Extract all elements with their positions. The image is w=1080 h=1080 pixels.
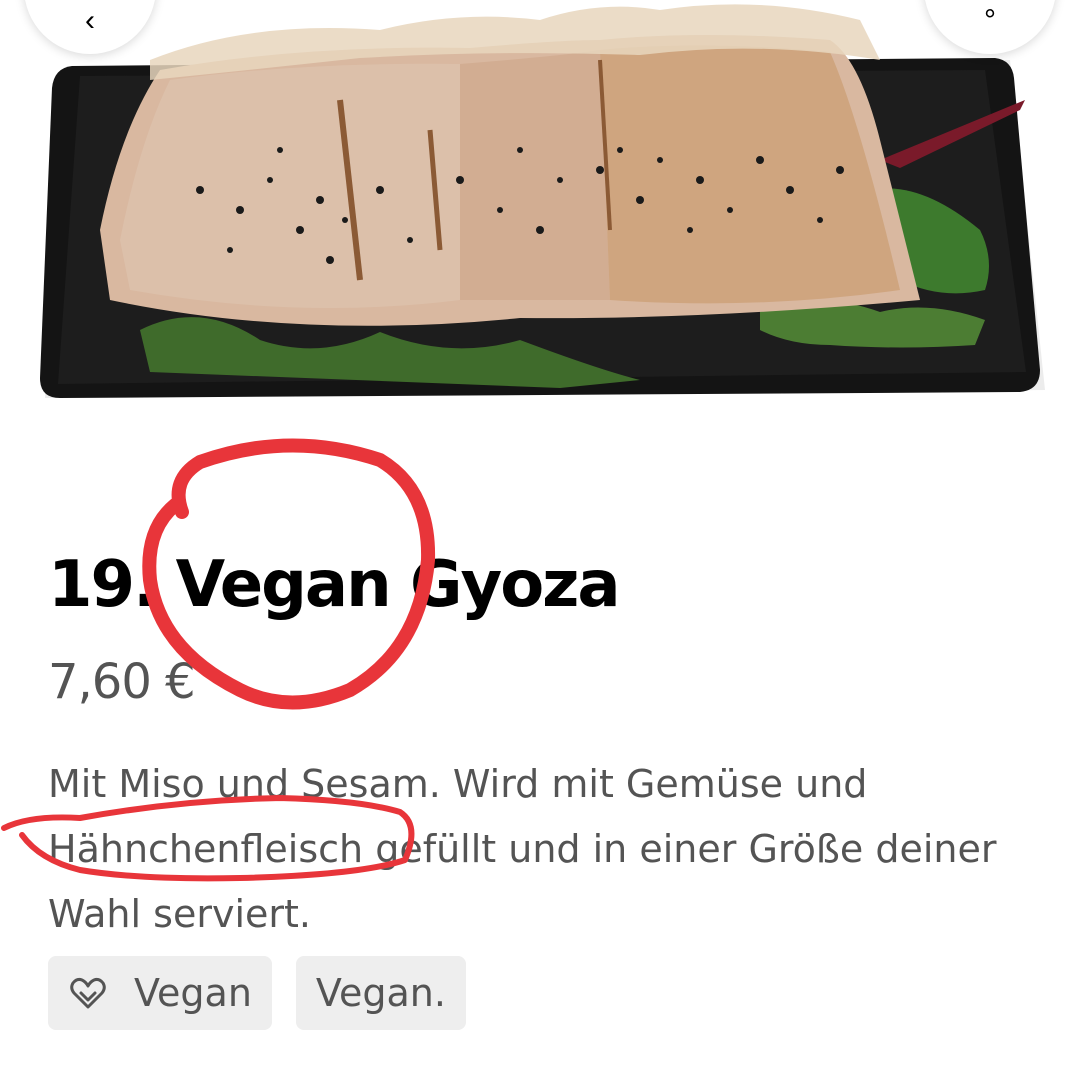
tag-vegan-with-icon: Vegan bbox=[48, 956, 272, 1030]
back-arrow-icon: ‹ bbox=[85, 4, 95, 37]
heart-icon bbox=[68, 973, 108, 1013]
tag-label: Vegan. bbox=[315, 971, 446, 1015]
product-description: Mit Miso und Sesam. Wird mit Gemüse und … bbox=[48, 762, 997, 936]
product-detail-page: ‹ ° 19. Vegan Gyoza 7,60 € Mit Miso und … bbox=[0, 0, 1080, 1080]
dietary-tags: Vegan Vegan. bbox=[48, 956, 466, 1030]
tag-label: Vegan bbox=[134, 971, 252, 1015]
product-title: 19. Vegan Gyoza bbox=[48, 548, 621, 622]
product-image bbox=[0, 0, 1080, 420]
product-price: 7,60 € bbox=[48, 654, 196, 710]
action-icon: ° bbox=[984, 4, 996, 37]
tag-vegan: Vegan. bbox=[295, 956, 466, 1030]
